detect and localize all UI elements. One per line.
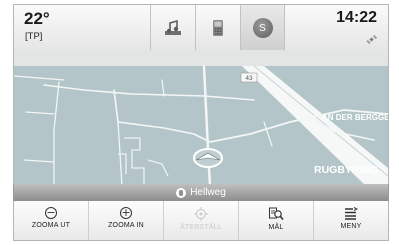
road-number-label: 43 xyxy=(245,75,253,82)
phone-icon xyxy=(213,20,223,36)
menu-label: MENY xyxy=(340,223,362,230)
zoom-out-label: ZOOMA UT xyxy=(31,222,71,229)
recenter-label: ÅTERSTÄLL xyxy=(180,224,222,231)
navigation-source-icon: S xyxy=(252,18,273,38)
street-label-an-der-bergge: AN DER BERGGE xyxy=(322,113,388,122)
current-street-bar: Hellweg xyxy=(13,184,389,201)
recenter-icon xyxy=(194,207,208,221)
destination-label: MÅL xyxy=(268,224,284,231)
recenter-button[interactable]: ÅTERSTÄLL xyxy=(163,201,238,240)
phone-tile[interactable] xyxy=(195,5,240,51)
top-status-bar: 22° [TP] S 14:22 xyxy=(13,4,389,51)
menu-button[interactable]: MENY xyxy=(313,201,388,240)
street-label-rugbyring: RUGBYRING xyxy=(314,164,378,176)
zoom-out-button[interactable]: − ZOOMA UT xyxy=(14,201,88,240)
temperature-readout: 22° xyxy=(24,9,50,28)
destination-button[interactable]: MÅL xyxy=(238,201,313,240)
navigation-map[interactable]: 43 AN DER BERGGE RUGBYRING xyxy=(13,50,389,186)
satellite-icon xyxy=(366,35,378,45)
traffic-program-indicator: [TP] xyxy=(25,31,43,42)
music-icon xyxy=(165,20,181,35)
map-horizon xyxy=(14,50,388,66)
menu-icon xyxy=(345,207,358,220)
clock: 14:22 xyxy=(336,9,377,26)
zoom-in-button[interactable]: + ZOOMA IN xyxy=(88,201,163,240)
destination-search-icon xyxy=(269,207,284,221)
bottom-menu-bar: − ZOOMA UT + ZOOMA IN ÅTERSTÄLL MÅL MENY xyxy=(13,201,389,241)
zoom-in-label: ZOOMA IN xyxy=(108,222,144,229)
road-number-shield: 43 xyxy=(240,72,258,83)
navigation-source-tile[interactable]: S xyxy=(240,5,285,51)
zoom-in-icon: + xyxy=(120,206,132,219)
music-tile[interactable] xyxy=(150,5,195,51)
vehicle-position-marker xyxy=(193,148,223,168)
current-street-name: Hellweg xyxy=(190,187,226,198)
location-pin-icon xyxy=(176,187,187,198)
source-badge-letter: S xyxy=(259,22,266,34)
zoom-out-icon: − xyxy=(45,206,57,219)
